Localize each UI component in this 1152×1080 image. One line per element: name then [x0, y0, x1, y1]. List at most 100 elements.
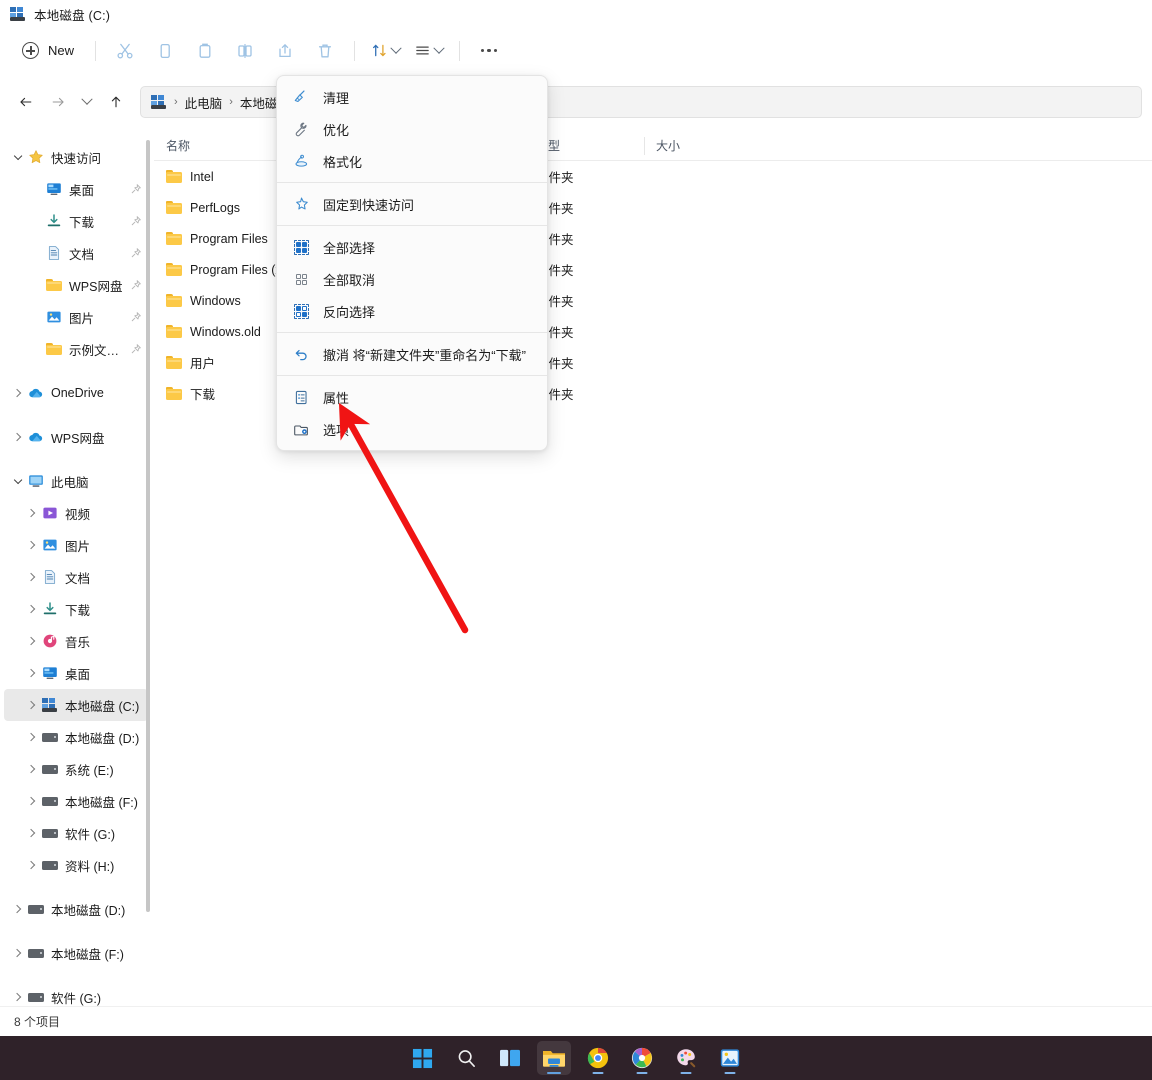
sidebar-item-此电脑-expander[interactable] — [8, 478, 26, 484]
folder-icon — [166, 170, 182, 183]
context-menu-item-deselect-all[interactable]: 全部取消 — [280, 263, 544, 295]
new-button[interactable]: New — [14, 35, 86, 67]
sidebar-item-本地磁盘-f-expander[interactable] — [22, 798, 40, 804]
sidebar-item-icon — [40, 733, 60, 742]
sidebar-item-快速访问-expander[interactable] — [8, 154, 26, 160]
sidebar-item-资料-h-expander[interactable] — [22, 862, 40, 868]
sidebar-item-示例文件夹[interactable]: 示例文件夹 — [4, 333, 148, 365]
folder-icon — [166, 325, 182, 338]
context-menu-item-undo[interactable]: 撤消 将“新建文件夹”重命名为“下载” — [280, 338, 544, 370]
context-menu-item-star[interactable]: 固定到快速访问 — [280, 188, 544, 220]
paste-button[interactable] — [185, 34, 225, 68]
pin-icon[interactable] — [128, 311, 144, 323]
file-icon — [166, 356, 182, 369]
taskbar-item-search[interactable] — [449, 1041, 483, 1075]
sidebar-item-本地磁盘-f-expander[interactable] — [8, 950, 26, 956]
sidebar-item-label: 示例文件夹 — [69, 340, 128, 359]
taskbar-item-paint[interactable] — [669, 1041, 703, 1075]
navigation-bar: › 此电脑 › 本地磁盘 (C:) — [0, 73, 1152, 131]
sidebar-scrollbar[interactable] — [146, 140, 150, 912]
sidebar-item-软件-g-expander[interactable] — [22, 830, 40, 836]
share-button[interactable] — [265, 34, 305, 68]
sidebar-item-图片[interactable]: 图片 — [4, 529, 148, 561]
context-menu[interactable]: 清理优化格式化固定到快速访问全部选择全部取消反向选择撤消 将“新建文件夹”重命名… — [276, 75, 548, 451]
sidebar-item-下载[interactable]: 下载 — [4, 593, 148, 625]
sidebar-item-wps网盘[interactable]: WPS网盘 — [4, 269, 148, 301]
taskbar-item-task-view[interactable] — [493, 1041, 527, 1075]
taskbar-item-browser[interactable] — [625, 1041, 659, 1075]
sidebar-item-图片-expander[interactable] — [22, 542, 40, 548]
pin-icon[interactable] — [128, 247, 144, 259]
sidebar-item-本地磁盘-f[interactable]: 本地磁盘 (F:) — [4, 785, 148, 817]
navigation-pane[interactable]: 快速访问桌面 下载 文档 WPS网盘 图片 示例文件夹 OneDriveWPS网… — [0, 131, 152, 1006]
sidebar-item-下载[interactable]: 下载 — [4, 205, 148, 237]
sidebar-item-图片[interactable]: 图片 — [4, 301, 148, 333]
sidebar-item-系统-e-expander[interactable] — [22, 766, 40, 772]
sidebar-item-本地磁盘-d[interactable]: 本地磁盘 (D:) — [4, 893, 148, 925]
up-button[interactable] — [100, 86, 132, 118]
sidebar-item-下载-expander[interactable] — [22, 606, 40, 612]
sidebar-item-本地磁盘-f[interactable]: 本地磁盘 (F:) — [4, 937, 148, 969]
view-button[interactable] — [407, 34, 450, 68]
breadcrumb-item-this-pc[interactable]: 此电脑 — [185, 93, 223, 112]
sidebar-item-本地磁盘-d-expander[interactable] — [8, 906, 26, 912]
sidebar-item-视频[interactable]: 视频 — [4, 497, 148, 529]
taskbar-item-file-explorer[interactable] — [537, 1041, 571, 1075]
sidebar-item-文档-expander[interactable] — [22, 574, 40, 580]
context-menu-item-wrench[interactable]: 优化 — [280, 113, 544, 145]
pin-icon[interactable] — [128, 183, 144, 195]
sidebar-item-资料-h[interactable]: 资料 (H:) — [4, 849, 148, 881]
sidebar-item-视频-expander[interactable] — [22, 510, 40, 516]
taskbar[interactable] — [0, 1036, 1152, 1080]
chevron-down-icon-2 — [433, 42, 444, 53]
taskbar-item-chrome[interactable] — [581, 1041, 615, 1075]
context-menu-item-select-all[interactable]: 全部选择 — [280, 231, 544, 263]
pin-icon[interactable] — [128, 215, 144, 227]
sidebar-item-音乐[interactable]: 音乐 — [4, 625, 148, 657]
taskbar-item-photos[interactable] — [713, 1041, 747, 1075]
sidebar-item-软件-g-expander[interactable] — [8, 994, 26, 1000]
rename-button[interactable] — [225, 34, 265, 68]
sidebar-item-本地磁盘-c-expander[interactable] — [22, 702, 40, 708]
delete-button[interactable] — [305, 34, 345, 68]
sidebar-item-本地磁盘-d-expander[interactable] — [22, 734, 40, 740]
sidebar-item-文档[interactable]: 文档 — [4, 561, 148, 593]
context-menu-item-broom[interactable]: 清理 — [280, 81, 544, 113]
chevron-right-icon — [27, 861, 35, 869]
sidebar-item-onedrive-expander[interactable] — [8, 390, 26, 396]
sidebar-group-gap — [0, 969, 152, 981]
forward-button[interactable] — [42, 86, 74, 118]
context-menu-item-format-disk[interactable]: 格式化 — [280, 145, 544, 177]
recent-locations-button[interactable] — [74, 86, 100, 118]
context-menu-item-invert-selection[interactable]: 反向选择 — [280, 295, 544, 327]
sidebar-item-桌面-expander[interactable] — [22, 670, 40, 676]
see-more-button[interactable] — [469, 34, 509, 68]
sidebar-item-本地磁盘-d[interactable]: 本地磁盘 (D:) — [4, 721, 148, 753]
sidebar-item-此电脑[interactable]: 此电脑 — [4, 465, 148, 497]
sidebar-item-软件-g[interactable]: 软件 (G:) — [4, 817, 148, 849]
cut-button[interactable] — [105, 34, 145, 68]
sidebar-item-wps网盘-expander[interactable] — [8, 434, 26, 440]
copy-button[interactable] — [145, 34, 185, 68]
sidebar-item-桌面[interactable]: 桌面 — [4, 173, 148, 205]
sidebar-item-系统-e[interactable]: 系统 (E:) — [4, 753, 148, 785]
title-bar: 本地磁盘 (C:) — [0, 0, 1152, 28]
sidebar-item-音乐-expander[interactable] — [22, 638, 40, 644]
file-name-label: 下载 — [190, 384, 215, 403]
sidebar-item-桌面[interactable]: 桌面 — [4, 657, 148, 689]
context-menu-item-properties[interactable]: 属性 — [280, 381, 544, 413]
sidebar-item-本地磁盘-c[interactable]: 本地磁盘 (C:) — [4, 689, 148, 721]
context-menu-item-options[interactable]: 选项 — [280, 413, 544, 445]
sort-button[interactable] — [364, 34, 407, 68]
sidebar-item-快速访问[interactable]: 快速访问 — [4, 141, 148, 173]
sidebar-item-软件-g[interactable]: 软件 (G:) — [4, 981, 148, 1006]
pin-icon[interactable] — [128, 343, 144, 355]
sidebar-item-wps网盘[interactable]: WPS网盘 — [4, 421, 148, 453]
sidebar-item-文档[interactable]: 文档 — [4, 237, 148, 269]
column-header-size[interactable]: 大小 — [644, 131, 726, 161]
pin-icon[interactable] — [128, 279, 144, 291]
back-button[interactable] — [10, 86, 42, 118]
sidebar-item-onedrive[interactable]: OneDrive — [4, 377, 148, 409]
taskbar-item-start[interactable] — [405, 1041, 439, 1075]
sidebar-item-label: 本地磁盘 (F:) — [65, 792, 144, 811]
